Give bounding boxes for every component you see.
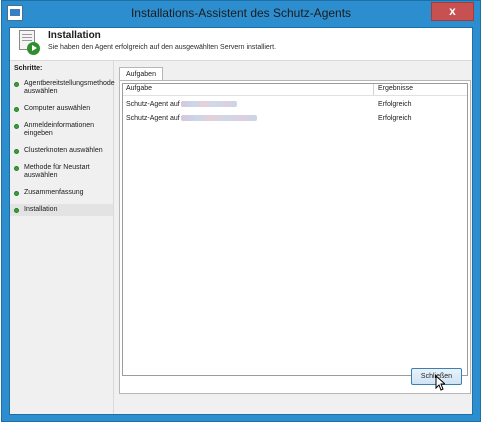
mouse-cursor-icon <box>435 375 445 391</box>
grid-header: Aufgabe Ergebnisse <box>123 84 467 96</box>
result-cell: Erfolgreich <box>378 115 412 122</box>
column-divider[interactable] <box>373 84 374 95</box>
step-status-icon <box>14 208 19 213</box>
wizard-window: Installations-Assistent des Schutz-Agent… <box>1 0 481 422</box>
steps-sidebar: Schritte: Agentbereitstellungsmethode au… <box>10 61 115 414</box>
step-status-icon <box>14 107 19 112</box>
step-label: Installation <box>24 206 58 213</box>
step-item[interactable]: Methode für Neustart auswählen <box>10 162 113 182</box>
task-cell: Schutz-Agent auf <box>126 101 237 108</box>
step-label: Methode für Neustart auswählen <box>24 164 90 179</box>
title-bar: Installations-Assistent des Schutz-Agent… <box>2 1 480 27</box>
task-text: Schutz-Agent auf <box>126 101 180 108</box>
step-label: Computer auswählen <box>24 105 91 112</box>
step-label: Anmeldeinformationen eingeben <box>24 122 95 137</box>
table-row[interactable]: Schutz-Agent auf Erfolgreich <box>123 98 467 112</box>
steps-title: Schritte: <box>14 65 43 72</box>
tab-aufgaben[interactable]: Aufgaben <box>119 67 163 81</box>
task-cell: Schutz-Agent auf <box>126 115 257 122</box>
column-header-task[interactable]: Aufgabe <box>126 85 152 92</box>
step-item[interactable]: Computer auswählen <box>10 103 113 115</box>
step-status-icon <box>14 124 19 129</box>
wizard-body: Schritte: Agentbereitstellungsmethode au… <box>10 61 472 414</box>
page-title: Installation <box>48 30 101 41</box>
wizard-client-area: Installation Sie haben den Agent erfolgr… <box>9 27 473 415</box>
install-icon <box>16 30 40 56</box>
window-title: Installations-Assistent des Schutz-Agent… <box>130 6 352 20</box>
redacted-server-name <box>180 101 237 108</box>
table-row[interactable]: Schutz-Agent auf Erfolgreich <box>123 112 467 126</box>
step-item[interactable]: Agentbereitstellungsmethode auswählen <box>10 78 115 98</box>
play-icon <box>27 42 40 55</box>
tab-pane: Aufgabe Ergebnisse Schutz-Agent auf Erfo… <box>119 80 471 394</box>
results-grid: Aufgabe Ergebnisse Schutz-Agent auf Erfo… <box>122 83 468 376</box>
task-text: Schutz-Agent auf <box>126 115 180 122</box>
step-item-active[interactable]: Installation <box>10 204 113 216</box>
step-label: Clusterknoten auswählen <box>24 147 103 154</box>
step-status-icon <box>14 191 19 196</box>
steps-list: Agentbereitstellungsmethode auswählen Co… <box>10 78 115 221</box>
step-status-icon <box>14 149 19 154</box>
step-item[interactable]: Anmeldeinformationen eingeben <box>10 120 113 140</box>
step-item[interactable]: Zusammenfassung <box>10 187 113 199</box>
step-label: Zusammenfassung <box>24 189 84 196</box>
page-subtitle: Sie haben den Agent erfolgreich auf den … <box>48 44 277 51</box>
main-content: Aufgaben Aufgabe Ergebnisse Schutz-Agent… <box>119 67 471 407</box>
step-label: Agentbereitstellungsmethode auswählen <box>24 80 115 95</box>
result-cell: Erfolgreich <box>378 101 412 108</box>
step-status-icon <box>14 166 19 171</box>
step-status-icon <box>14 82 19 87</box>
column-header-results[interactable]: Ergebnisse <box>378 85 413 92</box>
redacted-server-name <box>180 115 257 122</box>
close-window-button[interactable]: x <box>431 2 474 21</box>
wizard-header: Installation Sie haben den Agent erfolgr… <box>10 28 472 61</box>
step-item[interactable]: Clusterknoten auswählen <box>10 145 113 157</box>
